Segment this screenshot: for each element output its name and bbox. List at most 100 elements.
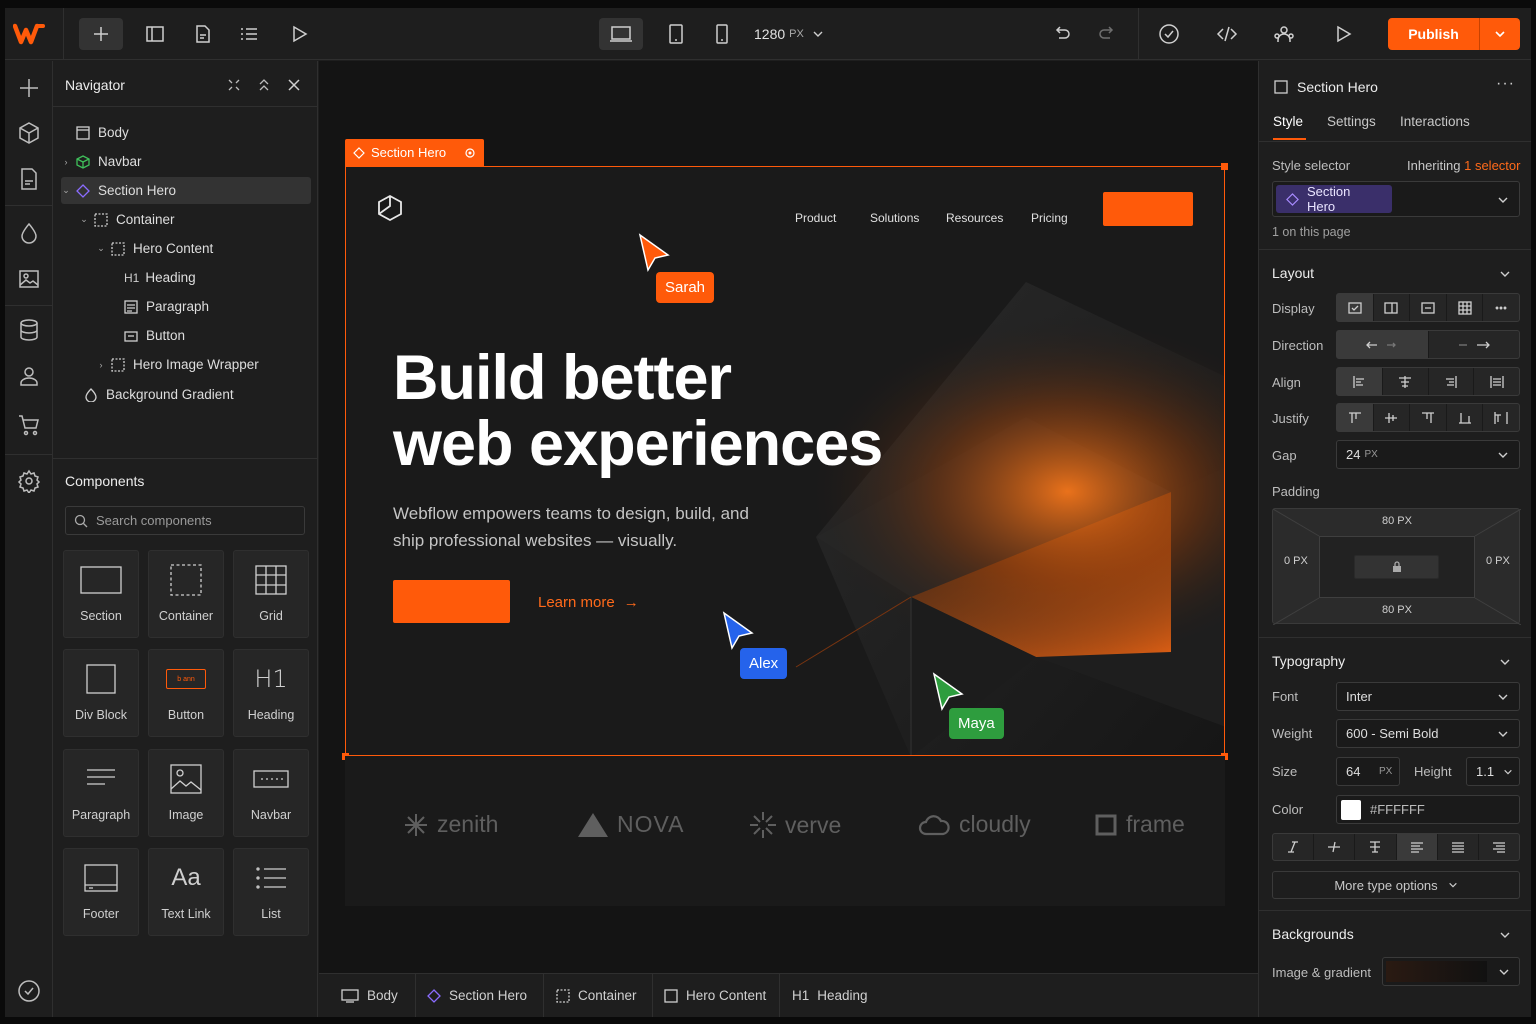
chevron-right-icon[interactable]: ›	[61, 157, 71, 167]
components-panel-button[interactable]	[17, 121, 41, 145]
expand-all-button[interactable]	[256, 77, 272, 93]
component-paragraph[interactable]: Paragraph	[63, 749, 139, 837]
component-div-block[interactable]: Div Block	[63, 649, 139, 737]
font-select[interactable]: Inter	[1336, 682, 1520, 711]
italic-option[interactable]	[1273, 834, 1315, 860]
typography-section-title[interactable]: Typography	[1272, 653, 1345, 669]
weight-select[interactable]: 600 - Semi Bold	[1336, 719, 1520, 748]
more-options-button[interactable]: ···	[1496, 75, 1515, 93]
tree-item-paragraph[interactable]: Paragraph	[61, 293, 311, 320]
chevron-down-icon[interactable]	[1499, 268, 1511, 280]
chevron-down-icon[interactable]: ⌄	[96, 243, 106, 254]
chevron-down-icon[interactable]	[1499, 929, 1511, 941]
strikethrough-option[interactable]	[1314, 834, 1356, 860]
tab-style[interactable]: Style	[1273, 114, 1303, 129]
align-center-text-option[interactable]	[1355, 834, 1397, 860]
component-container[interactable]: Container	[148, 550, 224, 638]
text-style-options[interactable]	[1272, 833, 1520, 861]
webflow-logo-icon[interactable]	[13, 22, 49, 46]
preview-site-button[interactable]	[1321, 18, 1365, 50]
assets-panel-button[interactable]	[17, 267, 41, 291]
nav-cta-button[interactable]	[1103, 192, 1193, 226]
align-end-option[interactable]	[1429, 368, 1475, 395]
nav-link-product[interactable]: Product	[795, 211, 836, 225]
hero-primary-button[interactable]	[393, 580, 510, 623]
pages-panel-button[interactable]	[17, 167, 41, 191]
canvas-width-dropdown[interactable]: 1280 PX	[754, 26, 824, 42]
nav-link-pricing[interactable]: Pricing	[1031, 211, 1068, 225]
tablet-breakpoint-button[interactable]	[654, 18, 698, 50]
selected-element-tag[interactable]: Section Hero	[345, 139, 485, 166]
breadcrumb-hero-content[interactable]: Hero Content	[664, 988, 766, 1003]
padding-top-value[interactable]: 80 PX	[1273, 515, 1521, 527]
users-panel-button[interactable]	[17, 364, 41, 388]
justify-around-option[interactable]	[1483, 404, 1519, 431]
layout-panel-button[interactable]	[133, 18, 177, 50]
settings-panel-button[interactable]	[17, 469, 41, 493]
breadcrumb-body[interactable]: Body	[341, 988, 398, 1003]
breadcrumb-heading[interactable]: H1 Heading	[792, 988, 868, 1003]
justify-between-option[interactable]	[1447, 404, 1484, 431]
chevron-down-icon[interactable]: ⌄	[61, 185, 71, 196]
navigator-button[interactable]	[227, 18, 271, 50]
publish-button[interactable]: Publish	[1388, 18, 1520, 50]
direction-row-option[interactable]	[1337, 331, 1429, 358]
tab-interactions[interactable]: Interactions	[1400, 114, 1470, 129]
background-gradient-field[interactable]	[1382, 957, 1520, 986]
tree-item-heading[interactable]: H1 Heading	[61, 264, 311, 291]
search-components-input[interactable]: Search components	[65, 506, 305, 535]
component-section[interactable]: Section	[63, 550, 139, 638]
component-heading[interactable]: H1 Heading	[233, 649, 309, 737]
justify-start-option[interactable]	[1337, 404, 1374, 431]
component-footer[interactable]: Footer	[63, 848, 139, 936]
content-box-lock[interactable]	[1354, 555, 1439, 579]
status-check-button[interactable]	[17, 979, 41, 1003]
nav-link-solutions[interactable]: Solutions	[870, 211, 919, 225]
design-canvas[interactable]: Section Hero Product Solutions Resources…	[319, 61, 1258, 973]
inheriting-count[interactable]: 1 selector	[1464, 158, 1520, 173]
learn-more-link[interactable]: Learn more →	[538, 594, 639, 611]
tree-item-hero-image-wrapper[interactable]: › Hero Image Wrapper	[61, 351, 311, 378]
code-button[interactable]	[1205, 18, 1249, 50]
selector-field[interactable]: Section Hero	[1272, 181, 1520, 217]
display-flex-option[interactable]	[1374, 294, 1411, 321]
display-block-option[interactable]	[1337, 294, 1374, 321]
tab-settings[interactable]: Settings	[1327, 114, 1376, 129]
justify-center-option[interactable]	[1374, 404, 1411, 431]
display-inline-option[interactable]	[1410, 294, 1447, 321]
direction-column-option[interactable]	[1429, 331, 1520, 358]
ecommerce-panel-button[interactable]	[17, 413, 41, 437]
text-align-left-option[interactable]	[1396, 834, 1438, 860]
display-more-option[interactable]	[1483, 294, 1519, 321]
text-justify-option[interactable]	[1438, 834, 1479, 860]
align-options[interactable]	[1336, 367, 1520, 396]
padding-right-value[interactable]: 0 PX	[1486, 555, 1510, 567]
selection-handle[interactable]	[1221, 163, 1228, 170]
close-navigator-button[interactable]	[286, 77, 302, 93]
color-swatch[interactable]	[1341, 799, 1361, 820]
chevron-down-icon[interactable]	[1497, 449, 1509, 461]
chevron-down-icon[interactable]	[1497, 194, 1509, 206]
tree-item-navbar[interactable]: › Navbar	[61, 148, 311, 175]
component-image[interactable]: Image	[148, 749, 224, 837]
layout-section-title[interactable]: Layout	[1272, 265, 1314, 281]
breadcrumb-section-hero[interactable]: Section Hero	[427, 988, 527, 1003]
breadcrumb-container[interactable]: Container	[556, 988, 637, 1003]
publish-label[interactable]: Publish	[1388, 18, 1480, 50]
display-options[interactable]	[1336, 293, 1520, 322]
cms-panel-button[interactable]	[17, 318, 41, 342]
nav-link-resources[interactable]: Resources	[946, 211, 1003, 225]
gap-input[interactable]: 24 PX	[1336, 440, 1520, 469]
padding-bottom-value[interactable]: 80 PX	[1273, 604, 1521, 616]
chevron-down-icon[interactable]: ⌄	[79, 214, 89, 225]
publish-options-button[interactable]	[1480, 18, 1520, 50]
desktop-breakpoint-button[interactable]	[599, 18, 643, 50]
display-grid-option[interactable]	[1447, 294, 1484, 321]
styles-panel-button[interactable]	[17, 221, 41, 245]
padding-left-value[interactable]: 0 PX	[1284, 555, 1308, 567]
component-text-link[interactable]: Aa Text Link	[148, 848, 224, 936]
component-list[interactable]: List	[233, 848, 309, 936]
more-type-options-button[interactable]: More type options	[1272, 871, 1520, 899]
direction-options[interactable]	[1336, 330, 1520, 359]
align-start-option[interactable]	[1337, 368, 1383, 395]
